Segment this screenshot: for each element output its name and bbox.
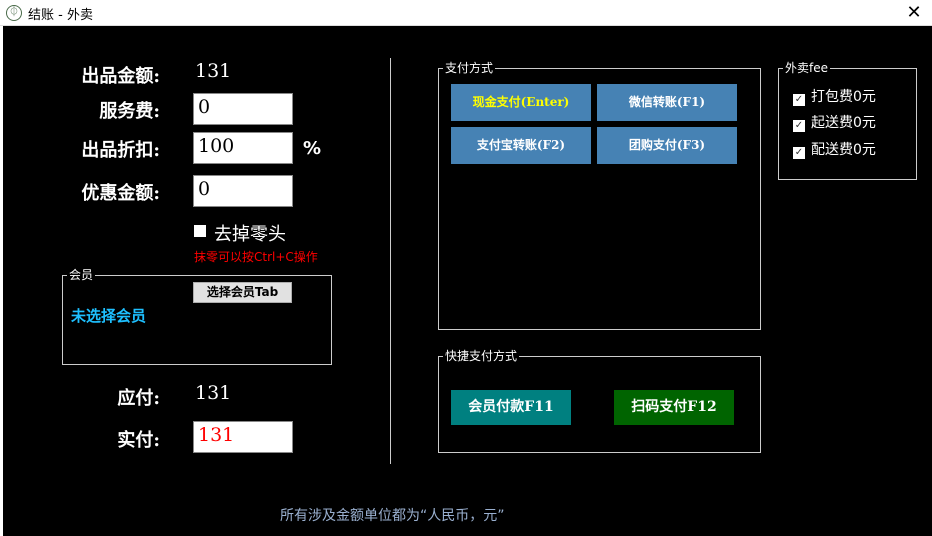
fee-min-delivery[interactable]: ✓ 起送费0元 (793, 112, 876, 132)
member-legend: 会员 (67, 267, 96, 283)
check-icon: ✓ (793, 94, 805, 106)
fee-delivery[interactable]: ✓ 配送费0元 (793, 139, 876, 159)
discount-label: 出品折扣: (81, 140, 160, 161)
alipay-button[interactable]: 支付宝转账(F2) (451, 127, 591, 164)
footer-note: 所有涉及金额单位都为“人民币，元” (280, 508, 505, 524)
close-button[interactable]: ✕ (900, 1, 928, 25)
payable-label: 应付: (117, 388, 160, 409)
round-off-label: 去掉零头 (214, 224, 286, 245)
fee-label: 打包费0元 (811, 89, 876, 105)
paid-label: 实付: (117, 430, 160, 451)
coupon-label: 优惠金额: (81, 183, 160, 204)
check-icon: ✓ (793, 120, 805, 132)
payable-value: 131 (195, 382, 232, 404)
coupon-input[interactable]: 0 (193, 175, 293, 207)
paid-input[interactable]: 131 (193, 421, 293, 453)
quick-pay-legend: 快捷支付方式 (443, 348, 520, 364)
fee-packing[interactable]: ✓ 打包费0元 (793, 86, 876, 106)
check-icon: ✓ (793, 147, 805, 159)
payment-legend: 支付方式 (443, 60, 496, 76)
divider (390, 58, 391, 464)
scan-pay-button[interactable]: 扫码支付F12 (614, 390, 734, 425)
wechat-pay-button[interactable]: 微信转账(F1) (597, 84, 737, 121)
fee-label: 起送费0元 (811, 115, 876, 131)
group-buy-button[interactable]: 团购支付(F3) (597, 127, 737, 164)
fee-label: 配送费0元 (811, 142, 876, 158)
app-icon: ⏀ (6, 5, 22, 21)
discount-input[interactable]: 100 (193, 132, 293, 164)
percent-sign: % (303, 138, 322, 159)
service-fee-label: 服务费: (99, 101, 160, 122)
service-fee-input[interactable]: 0 (193, 93, 293, 125)
member-status: 未选择会员 (71, 307, 147, 325)
product-amount-label: 出品金额: (81, 66, 160, 87)
round-off-hint: 抹零可以按Ctrl+C操作 (194, 250, 318, 264)
title-bar: ⏀ 结账 - 外卖 ✕ (0, 0, 932, 26)
fees-legend: 外卖fee (783, 60, 830, 76)
round-off-checkbox[interactable] (194, 225, 206, 237)
product-amount-value: 131 (195, 60, 232, 82)
cash-pay-button[interactable]: 现金支付(Enter) (451, 84, 591, 121)
select-member-button[interactable]: 选择会员Tab (193, 282, 292, 303)
window-title: 结账 - 外卖 (28, 8, 93, 23)
member-pay-button[interactable]: 会员付款F11 (451, 390, 571, 425)
